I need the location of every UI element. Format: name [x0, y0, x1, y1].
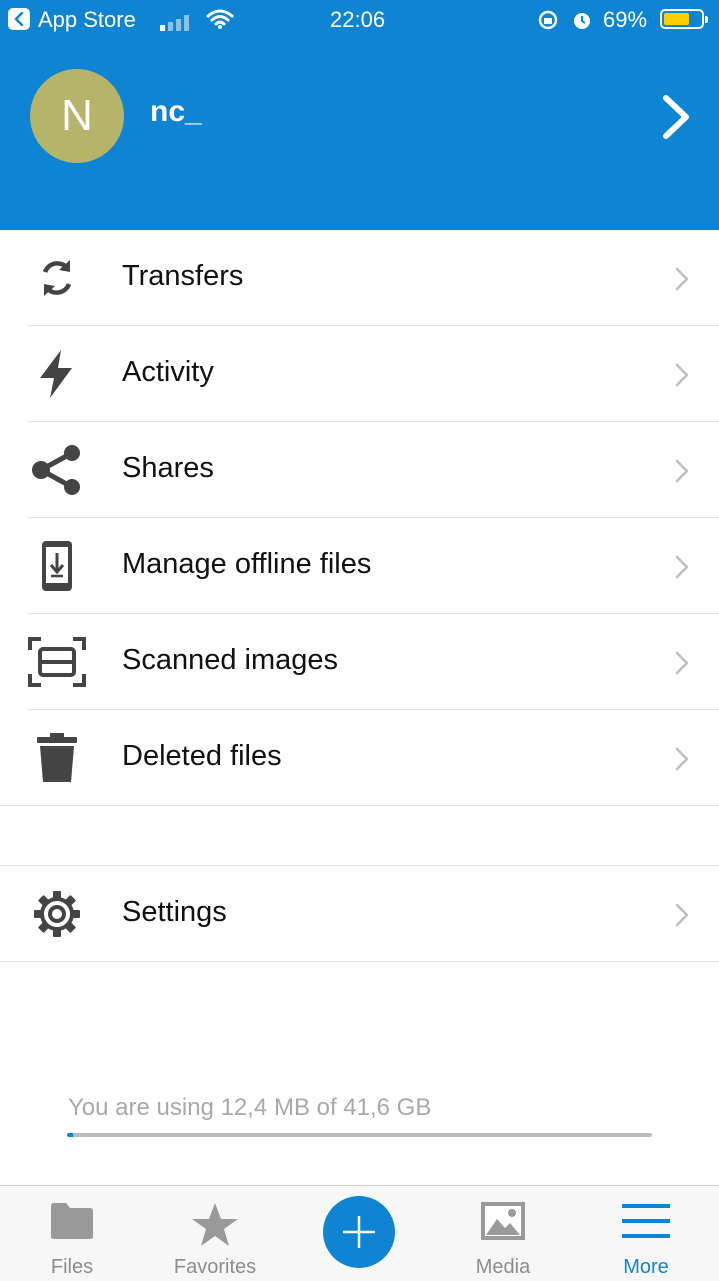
menu-item-label: Activity	[122, 356, 214, 388]
menu-icon	[621, 1202, 671, 1245]
menu-item-label: Deleted files	[122, 740, 282, 772]
tab-label: Files	[50, 1256, 94, 1278]
battery-icon	[660, 9, 708, 29]
divider	[0, 805, 719, 806]
back-to-app-icon[interactable]	[8, 8, 30, 30]
chevron-right-icon[interactable]	[658, 94, 694, 145]
chevron-right-icon	[674, 746, 690, 777]
tab-media[interactable]: Media	[433, 1186, 573, 1281]
rotation-lock-icon	[537, 9, 559, 37]
status-bar: App Store 22:06 69%	[0, 0, 719, 40]
menu-item-label: Manage offline files	[122, 548, 372, 580]
image-icon	[481, 1202, 525, 1245]
username[interactable]: nc_	[150, 95, 202, 129]
phone-download-icon	[28, 540, 86, 592]
menu-item-scanned-images[interactable]: Scanned images	[0, 614, 719, 710]
storage-usage-fill	[67, 1133, 73, 1137]
menu-item-label: Transfers	[122, 260, 244, 292]
signal-icon	[160, 11, 194, 37]
menu-item-deleted-files[interactable]: Deleted files	[0, 710, 719, 806]
chevron-right-icon	[674, 362, 690, 393]
menu-item-manage-offline-files[interactable]: Manage offline files	[0, 518, 719, 614]
menu-item-label: Settings	[122, 896, 227, 928]
profile-header[interactable]: App Store 22:06 69% N nc_	[0, 0, 719, 230]
chevron-right-icon	[674, 650, 690, 681]
chevron-right-icon	[674, 266, 690, 297]
menu-item-label: Shares	[122, 452, 214, 484]
chevron-right-icon	[674, 458, 690, 489]
tab-favorites[interactable]: Favorites	[145, 1186, 285, 1281]
gear-icon	[28, 888, 86, 940]
add-button[interactable]	[323, 1196, 395, 1268]
chevron-right-icon	[674, 902, 690, 933]
menu-item-transfers[interactable]: Transfers	[0, 230, 719, 326]
star-icon	[191, 1202, 239, 1253]
menu-item-shares[interactable]: Shares	[0, 422, 719, 518]
menu-item-activity[interactable]: Activity	[0, 326, 719, 422]
tab-files[interactable]: Files	[2, 1186, 142, 1281]
chevron-right-icon	[674, 554, 690, 585]
tab-label: Media	[475, 1256, 531, 1278]
bolt-icon	[28, 348, 86, 400]
avatar[interactable]: N	[30, 69, 124, 163]
clock-time: 22:06	[330, 7, 386, 32]
alarm-icon	[571, 9, 593, 37]
wifi-icon	[206, 8, 234, 36]
sync-icon	[28, 252, 86, 304]
menu-item-label: Scanned images	[122, 644, 339, 676]
divider	[0, 961, 719, 962]
tab-label: Favorites	[173, 1256, 257, 1278]
folder-icon	[50, 1202, 94, 1245]
trash-icon	[28, 732, 86, 784]
back-app-label[interactable]: App Store	[38, 7, 136, 33]
battery-percentage: 69%	[603, 7, 648, 32]
plus-icon	[343, 1216, 375, 1248]
storage-usage-text: You are using 12,4 MB of 41,6 GB	[68, 1094, 432, 1121]
share-icon	[28, 444, 86, 496]
scan-icon	[28, 636, 86, 688]
storage-usage-bar	[67, 1133, 652, 1137]
tab-label: More	[623, 1256, 669, 1278]
menu-item-settings[interactable]: Settings	[0, 866, 719, 962]
tab-more[interactable]: More	[576, 1186, 716, 1281]
